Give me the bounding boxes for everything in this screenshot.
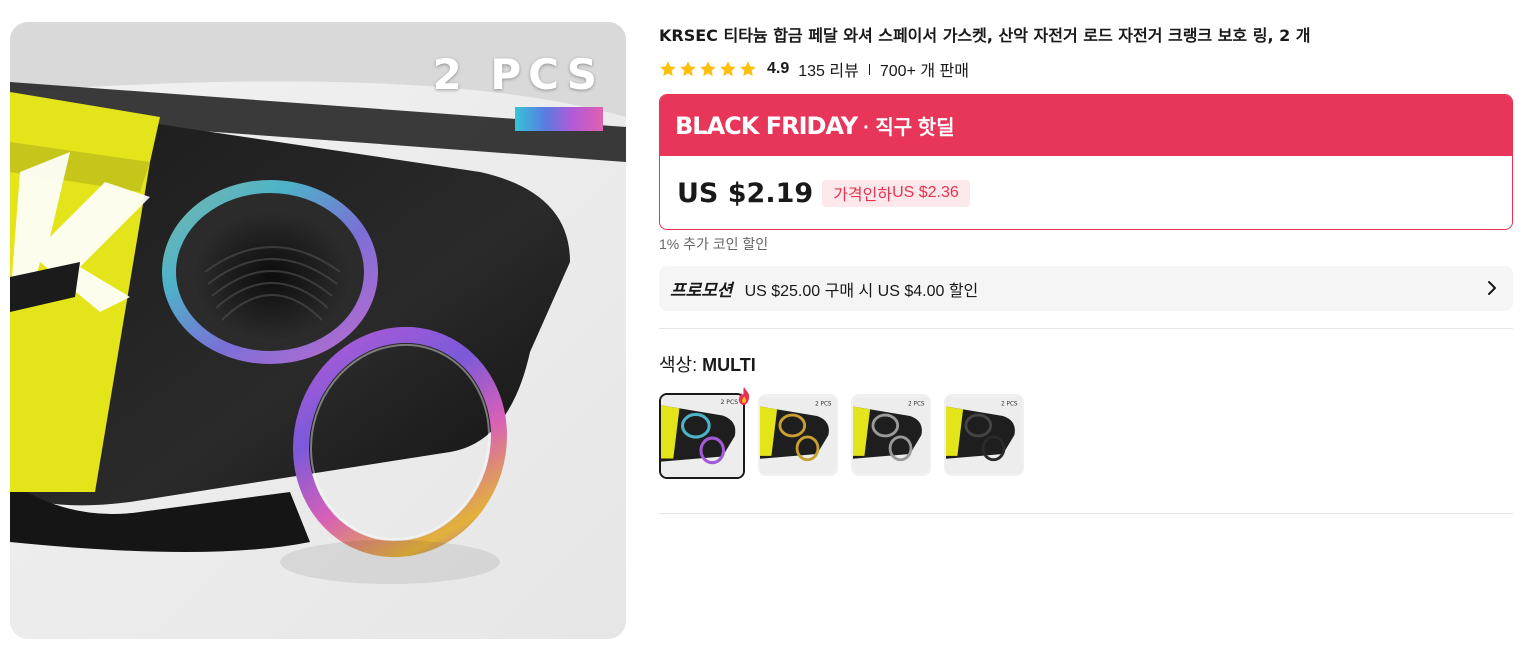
- divider: [659, 328, 1513, 329]
- event-title: BLACK FRIDAY: [675, 111, 858, 140]
- promotion-badge: 프로모션: [670, 281, 733, 301]
- svg-text:2 PCS: 2 PCS: [908, 402, 925, 408]
- discount-tag: 가격인하 US $2.36: [822, 179, 970, 207]
- star-icon: [720, 61, 736, 77]
- star-icon: [740, 61, 756, 77]
- deal-banner: BLACK FRIDAY · 직구 핫딜: [660, 95, 1512, 156]
- color-option-gold[interactable]: 2 PCS: [758, 394, 838, 476]
- color-option-multi[interactable]: 2 PCS: [659, 393, 745, 479]
- svg-text:2 PCS: 2 PCS: [1001, 402, 1018, 408]
- thumb-image: 2 PCS: [760, 397, 836, 473]
- flame-icon: [738, 387, 750, 405]
- star-icon: [660, 61, 676, 77]
- review-count-link[interactable]: 135 리뷰: [798, 57, 859, 81]
- image-badge-text: 2 PCS: [432, 50, 604, 99]
- divider: [868, 63, 870, 75]
- star-rating: [659, 60, 757, 78]
- original-price: US $2.36: [892, 184, 959, 201]
- rating-row: 4.9 135 리뷰 700+ 개 판매: [659, 57, 969, 81]
- thumb-image: 2 PCS: [946, 397, 1022, 473]
- color-option-black[interactable]: 2 PCS: [944, 394, 1024, 476]
- discount-label: 가격인하: [833, 187, 893, 204]
- color-option-silver[interactable]: 2 PCS: [851, 394, 931, 476]
- rating-value: 4.9: [767, 60, 790, 77]
- svg-text:2 PCS: 2 PCS: [815, 402, 832, 408]
- chevron-right-icon: [1488, 281, 1496, 295]
- color-label-prefix: 색상:: [659, 355, 703, 375]
- price-row: US $2.19 가격인하 US $2.36: [660, 156, 1512, 229]
- star-icon: [680, 61, 696, 77]
- sold-count: 700+ 개 판매: [879, 63, 969, 80]
- color-label: 색상: MULTI: [659, 351, 756, 377]
- product-title: KRSEC 티타늄 합금 페달 와셔 스페이서 가스켓, 산악 자전거 로드 자…: [659, 26, 1311, 45]
- deal-box: BLACK FRIDAY · 직구 핫딜 US $2.19 가격인하 US $2.…: [659, 94, 1513, 230]
- coin-discount-note: 1% 추가 코인 할인: [659, 236, 769, 252]
- star-icon: [700, 61, 716, 77]
- event-subtitle: · 직구 핫딜: [863, 117, 955, 139]
- promotion-row[interactable]: 프로모션 US $25.00 구매 시 US $4.00 할인: [659, 266, 1513, 311]
- promotion-text: US $25.00 구매 시 US $4.00 할인: [744, 282, 979, 300]
- thumb-image: 2 PCS: [661, 395, 743, 477]
- divider: [659, 513, 1513, 514]
- product-main-image[interactable]: 2 PCS: [10, 22, 626, 639]
- thumb-image: 2 PCS: [853, 397, 929, 473]
- current-price: US $2.19: [677, 177, 814, 209]
- color-swatch-strip: [515, 107, 603, 131]
- color-options: 2 PCS 2 PCS 2 PCS 2 PCS: [659, 393, 1024, 479]
- selected-color: MULTI: [702, 355, 756, 375]
